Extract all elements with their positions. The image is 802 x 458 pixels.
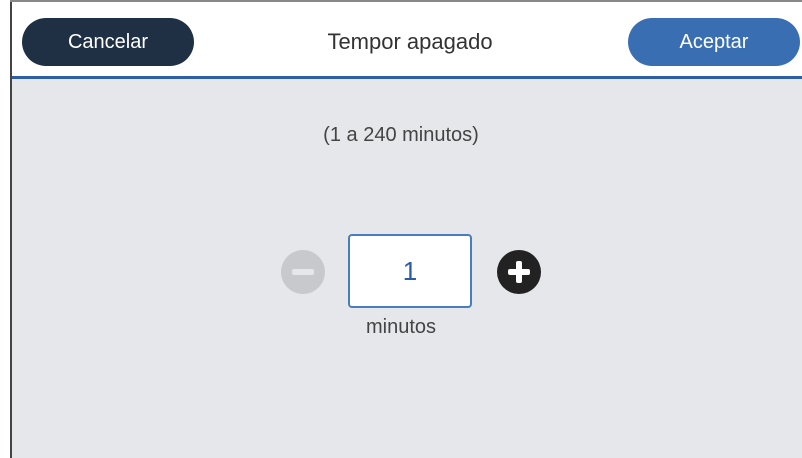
unit-label: minutos: [365, 316, 437, 338]
minutes-input[interactable]: 1: [348, 234, 472, 308]
plus-circle-icon: [508, 261, 530, 283]
range-hint: (1 a 240 minutos): [323, 124, 479, 146]
minus-circle-icon: [292, 269, 314, 275]
accept-button[interactable]: Aceptar: [628, 18, 800, 66]
page-title: Tempor apagado: [327, 29, 493, 54]
cancel-button[interactable]: Cancelar: [22, 18, 194, 66]
timer-dialog: Cancelar Tempor apagado Aceptar (1 a 240…: [0, 0, 802, 458]
increment-button[interactable]: [497, 250, 541, 294]
decrement-button[interactable]: [281, 250, 325, 294]
